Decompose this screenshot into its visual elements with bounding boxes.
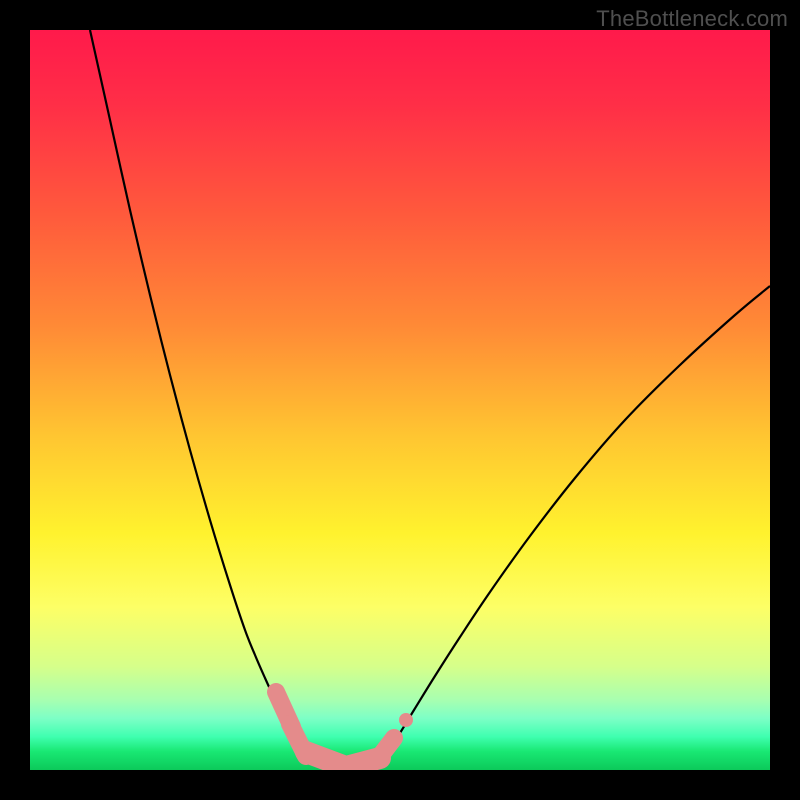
plot-area [30,30,770,770]
marker-dot [399,713,413,727]
curve-right [385,286,770,754]
curve-layer [30,30,770,770]
marker-capsule [378,738,394,759]
chart-frame: TheBottleneck.com [0,0,800,800]
valley-markers [276,692,413,767]
watermark-text: TheBottleneck.com [596,6,788,32]
curve-left [90,30,300,754]
